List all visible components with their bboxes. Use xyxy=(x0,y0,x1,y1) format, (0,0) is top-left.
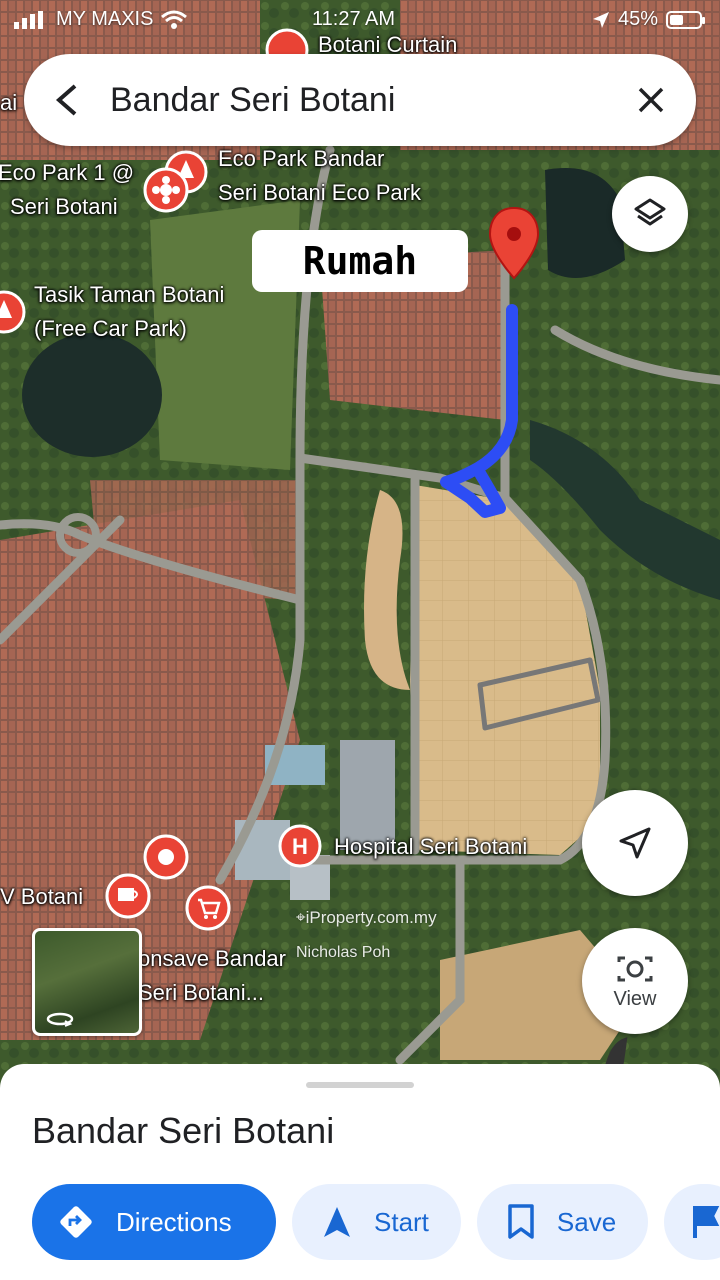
layers-icon xyxy=(634,198,666,226)
map-label-eco-park[interactable]: Eco Park Bandar Seri Botani Eco Park xyxy=(218,142,421,210)
location-arrow-icon xyxy=(592,11,609,28)
camera-icon xyxy=(617,956,653,981)
search-query[interactable]: Bandar Seri Botani xyxy=(110,81,606,120)
start-label: Start xyxy=(374,1206,429,1237)
place-title: Bandar Seri Botani xyxy=(32,1110,335,1151)
poi-target-icon[interactable] xyxy=(143,834,189,880)
view-label: View xyxy=(613,987,657,1010)
map-label-tasik[interactable]: Tasik Taman Botani (Free Car Park) xyxy=(34,278,224,346)
navigation-arrow-icon xyxy=(619,827,651,859)
map-label-v-botani[interactable]: V Botani xyxy=(0,880,83,914)
status-bar: MY MAXIS 11:27 AM 45% xyxy=(0,0,720,40)
map-label-hospital[interactable]: Hospital Seri Botani xyxy=(334,830,527,864)
directions-button[interactable]: Directions xyxy=(32,1184,276,1260)
rotate-360-icon xyxy=(46,1012,74,1027)
map-label-econsave[interactable]: onsave Bandar Seri Botani... xyxy=(138,942,286,1010)
action-row: Directions Start Save xyxy=(32,1184,720,1260)
sheet-handle[interactable] xyxy=(306,1082,414,1088)
svg-text:H: H xyxy=(292,834,308,859)
signal-icon xyxy=(14,10,43,29)
my-location-button[interactable] xyxy=(582,790,688,896)
search-bar[interactable]: Bandar Seri Botani xyxy=(24,54,696,146)
save-button[interactable]: Save xyxy=(476,1184,649,1260)
view-button[interactable]: View xyxy=(582,928,688,1034)
directions-icon xyxy=(60,1206,92,1238)
layers-button[interactable] xyxy=(612,176,688,252)
place-sheet[interactable]: Bandar Seri Botani Directions Start Save xyxy=(0,1064,720,1280)
directions-label: Directions xyxy=(116,1206,232,1237)
watermark: ⌖iProperty.com.my Nicholas Poh xyxy=(296,908,437,961)
close-icon xyxy=(638,87,664,113)
watermark-author: Nicholas Poh xyxy=(296,944,391,961)
start-button[interactable]: Start xyxy=(292,1184,461,1260)
poi-eco-park-flower-icon[interactable] xyxy=(143,167,189,213)
carrier-name: MY MAXIS xyxy=(56,8,154,30)
back-button[interactable] xyxy=(24,54,110,146)
clear-button[interactable] xyxy=(606,54,696,146)
save-label: Save xyxy=(556,1206,617,1237)
street-view-thumbnail[interactable] xyxy=(32,928,142,1036)
status-time: 11:27 AM xyxy=(312,8,396,30)
flag-button[interactable] xyxy=(664,1184,720,1260)
flag-icon xyxy=(693,1206,720,1238)
pin-outline-icon: ⌖ xyxy=(296,908,306,927)
map-label-left-edge: ai xyxy=(0,90,18,115)
map-label-eco-park-1[interactable]: Eco Park 1 @ Seri Botani xyxy=(0,156,134,224)
wifi-icon xyxy=(161,10,188,29)
poi-cafe-icon[interactable] xyxy=(105,873,151,919)
bookmark-icon xyxy=(508,1204,534,1239)
poi-shopping-cart-icon[interactable] xyxy=(185,885,231,931)
poi-hospital-icon[interactable]: H xyxy=(278,824,322,868)
back-arrow-icon xyxy=(55,84,77,116)
battery-percent: 45% xyxy=(617,8,658,30)
battery-icon xyxy=(666,10,705,29)
navigation-icon xyxy=(324,1207,350,1237)
annotation-label: Rumah xyxy=(252,230,468,292)
